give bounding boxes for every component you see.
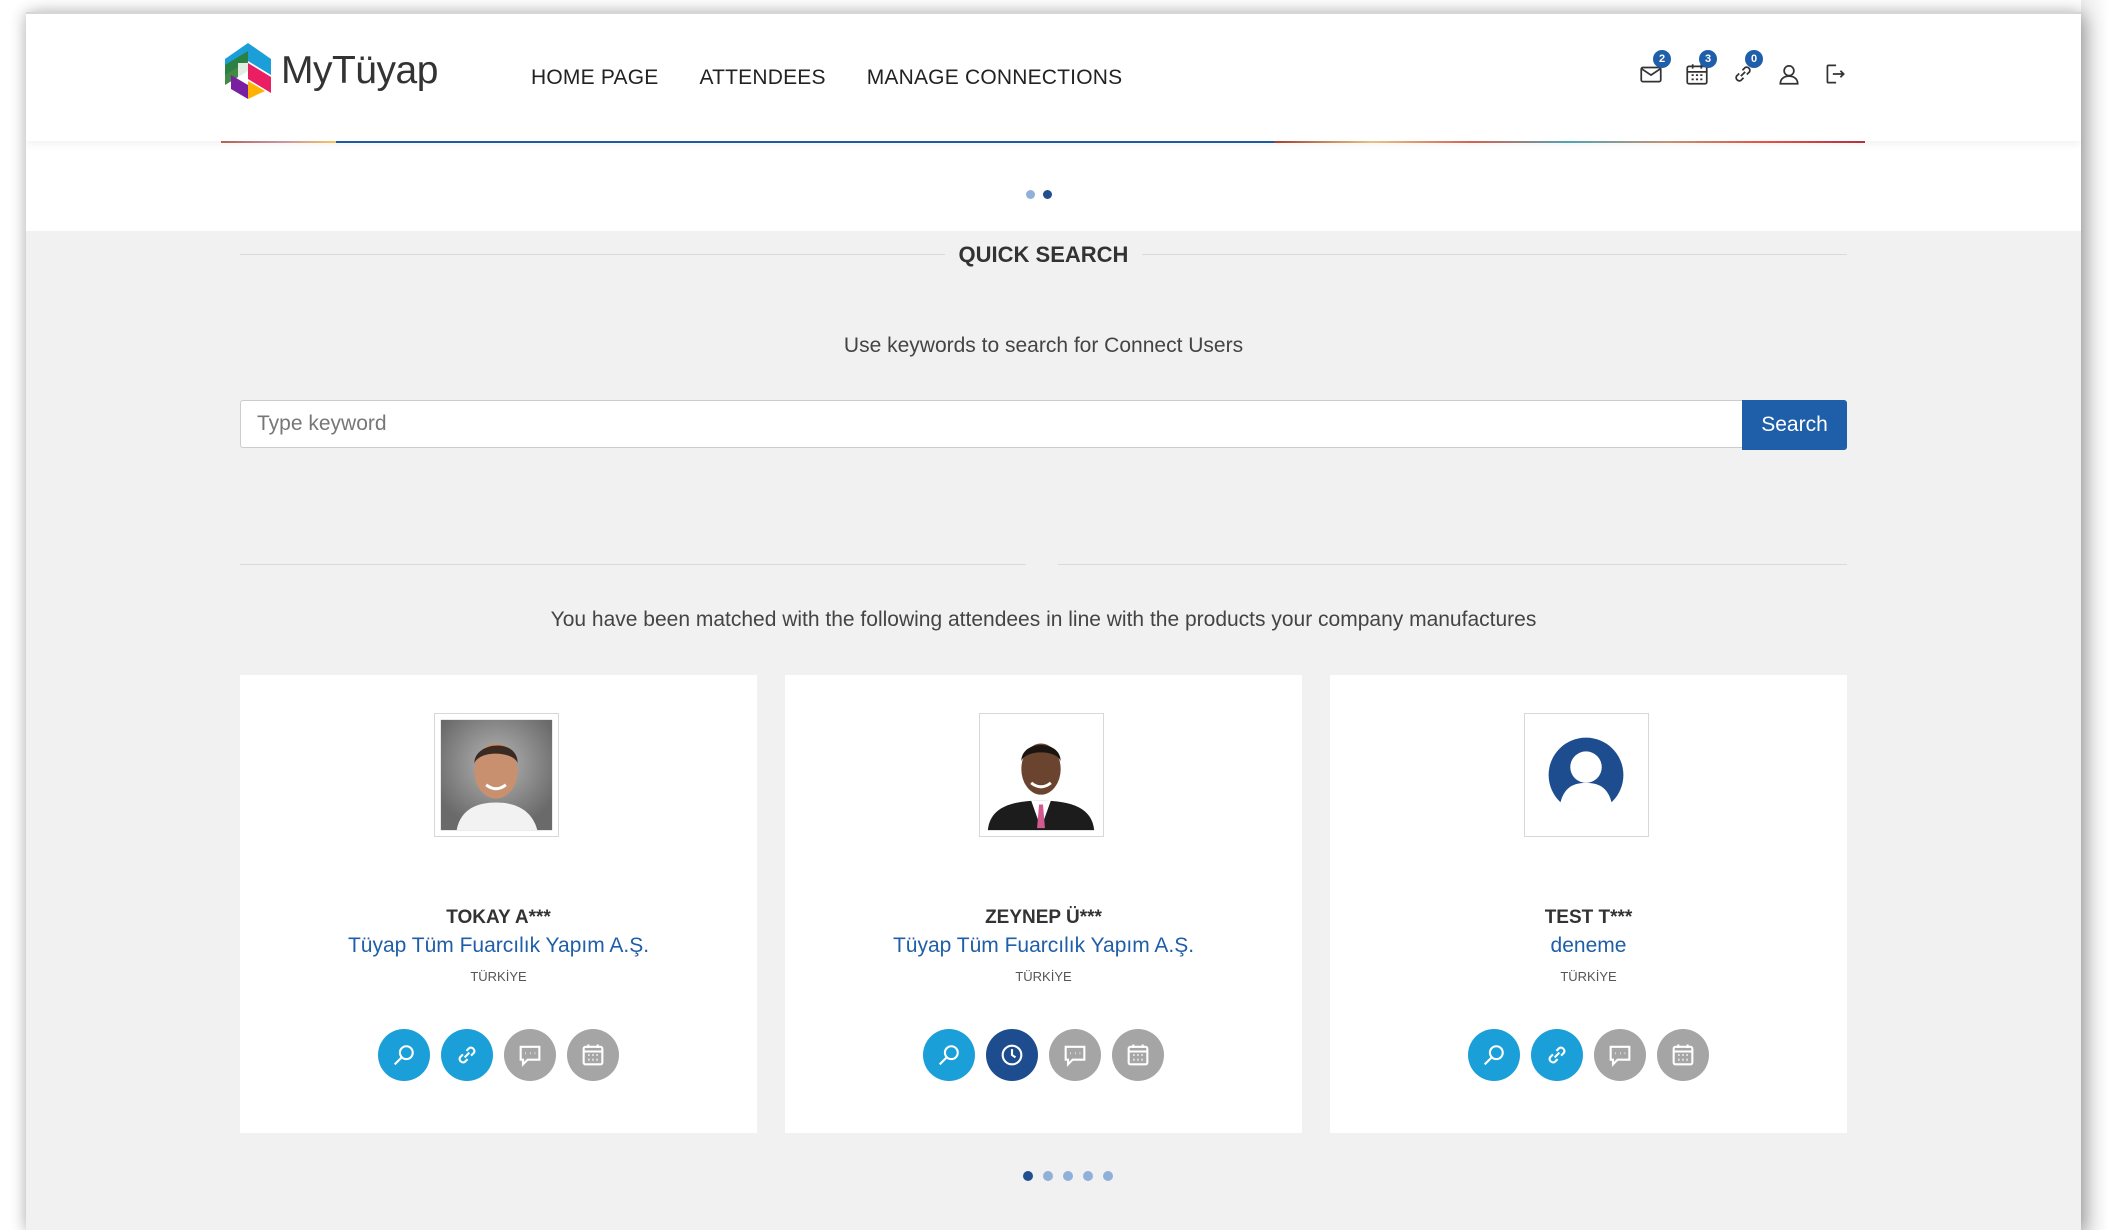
link-icon bbox=[458, 1046, 476, 1064]
page: MyTüyap HOME PAGE ATTENDEES MANAGE CONNE… bbox=[26, 12, 2081, 1230]
banner-dot-2[interactable] bbox=[1043, 190, 1052, 199]
nav-home-page[interactable]: HOME PAGE bbox=[531, 66, 658, 90]
banner-dot-1[interactable] bbox=[1026, 190, 1035, 199]
calendar-icon bbox=[1672, 1044, 1694, 1066]
attendee-country: TÜRKİYE bbox=[1015, 969, 1072, 984]
header-actions: 2 3 0 bbox=[1635, 50, 1851, 90]
matches-dot-5[interactable] bbox=[1103, 1171, 1113, 1181]
connect-button[interactable] bbox=[441, 1029, 493, 1081]
view-profile-button[interactable] bbox=[378, 1029, 430, 1081]
default-avatar-icon bbox=[1548, 737, 1624, 813]
brand-name: MyTüyap bbox=[281, 49, 438, 92]
logout-button[interactable] bbox=[1819, 58, 1851, 90]
calendar-icon bbox=[1127, 1044, 1149, 1066]
attendee-photo[interactable] bbox=[979, 713, 1104, 837]
chat-icon bbox=[1609, 1045, 1631, 1067]
connections-count-badge: 0 bbox=[1745, 50, 1763, 68]
attendee-name: ZEYNEP Ü*** bbox=[985, 907, 1102, 928]
nav-attendees[interactable]: ATTENDEES bbox=[699, 66, 825, 90]
attendee-photo[interactable] bbox=[434, 713, 559, 837]
attendee-actions bbox=[240, 1029, 757, 1081]
message-button[interactable] bbox=[504, 1029, 556, 1081]
chat-icon bbox=[519, 1045, 541, 1067]
attendee-card: TEST T*** deneme TÜRKİYE bbox=[1330, 675, 1847, 1133]
attendee-company[interactable]: Tüyap Tüm Fuarcılık Yapım A.Ş. bbox=[240, 934, 757, 958]
section-divider-left bbox=[240, 564, 1026, 565]
search-button[interactable]: Search bbox=[1742, 400, 1847, 450]
attendee-card: ZEYNEP Ü*** Tüyap Tüm Fuarcılık Yapım A.… bbox=[785, 675, 1302, 1133]
connections-button[interactable]: 0 bbox=[1727, 50, 1763, 90]
quick-search-section: QUICK SEARCH Use keywords to search for … bbox=[240, 234, 1847, 450]
nav-manage-connections[interactable]: MANAGE CONNECTIONS bbox=[867, 66, 1123, 90]
banner-slider bbox=[26, 139, 2081, 231]
schedule-meeting-button[interactable] bbox=[567, 1029, 619, 1081]
person-photo-icon bbox=[440, 719, 553, 831]
banner-pagination bbox=[1026, 190, 1052, 199]
attendee-company[interactable]: deneme bbox=[1330, 934, 1847, 958]
attendee-card: TOKAY A*** Tüyap Tüm Fuarcılık Yapım A.Ş… bbox=[240, 675, 757, 1133]
top-header: MyTüyap HOME PAGE ATTENDEES MANAGE CONNE… bbox=[26, 12, 2081, 141]
clock-icon bbox=[1001, 1044, 1023, 1066]
calendar-icon bbox=[582, 1044, 604, 1066]
profile-button[interactable] bbox=[1773, 58, 1805, 90]
section-divider-right bbox=[1058, 564, 1847, 565]
matched-attendees-carousel: TOKAY A*** Tüyap Tüm Fuarcılık Yapım A.Ş… bbox=[240, 675, 1847, 1133]
matches-pagination bbox=[1023, 1171, 1113, 1181]
search-icon bbox=[1483, 1045, 1504, 1066]
schedule-meeting-button[interactable] bbox=[1112, 1029, 1164, 1081]
quick-search-heading: QUICK SEARCH bbox=[240, 234, 1847, 274]
chat-icon bbox=[1064, 1045, 1086, 1067]
attendee-company[interactable]: Tüyap Tüm Fuarcılık Yapım A.Ş. bbox=[785, 934, 1302, 958]
quick-search-subtitle: Use keywords to search for Connect Users bbox=[843, 334, 1244, 357]
attendee-country: TÜRKİYE bbox=[470, 969, 527, 984]
attendee-actions bbox=[785, 1029, 1302, 1081]
matches-dot-3[interactable] bbox=[1063, 1171, 1073, 1181]
attendee-name: TEST T*** bbox=[1544, 907, 1633, 928]
mytuyap-logo-icon bbox=[225, 43, 271, 99]
quick-search-title: QUICK SEARCH bbox=[944, 242, 1143, 267]
search-icon bbox=[393, 1045, 414, 1066]
attendee-country: TÜRKİYE bbox=[1560, 969, 1617, 984]
pending-request-button[interactable] bbox=[986, 1029, 1038, 1081]
search-bar: Search bbox=[240, 400, 1847, 450]
view-profile-button[interactable] bbox=[1468, 1029, 1520, 1081]
calendar-count-badge: 3 bbox=[1699, 50, 1717, 68]
calendar-button[interactable]: 3 bbox=[1681, 50, 1717, 90]
attendee-name: TOKAY A*** bbox=[446, 907, 551, 928]
messages-button[interactable]: 2 bbox=[1635, 50, 1671, 90]
logout-icon bbox=[1826, 64, 1845, 84]
main-nav: HOME PAGE ATTENDEES MANAGE CONNECTIONS bbox=[531, 66, 1122, 90]
matches-dot-1[interactable] bbox=[1023, 1171, 1033, 1181]
matches-dot-4[interactable] bbox=[1083, 1171, 1093, 1181]
link-icon bbox=[1548, 1046, 1566, 1064]
user-icon bbox=[1779, 65, 1799, 85]
connect-button[interactable] bbox=[1531, 1029, 1583, 1081]
search-icon bbox=[938, 1045, 959, 1066]
matches-intro: You have been matched with the following… bbox=[550, 608, 1537, 631]
matches-dot-2[interactable] bbox=[1043, 1171, 1053, 1181]
person-photo-icon bbox=[985, 719, 1098, 831]
attendee-photo[interactable] bbox=[1524, 713, 1649, 837]
search-input[interactable] bbox=[240, 400, 1742, 448]
schedule-meeting-button[interactable] bbox=[1657, 1029, 1709, 1081]
attendee-actions bbox=[1330, 1029, 1847, 1081]
brand-logo[interactable]: MyTüyap bbox=[221, 40, 438, 102]
view-profile-button[interactable] bbox=[923, 1029, 975, 1081]
message-button[interactable] bbox=[1594, 1029, 1646, 1081]
messages-count-badge: 2 bbox=[1653, 50, 1671, 68]
window-edge bbox=[2081, 0, 2109, 1230]
message-button[interactable] bbox=[1049, 1029, 1101, 1081]
